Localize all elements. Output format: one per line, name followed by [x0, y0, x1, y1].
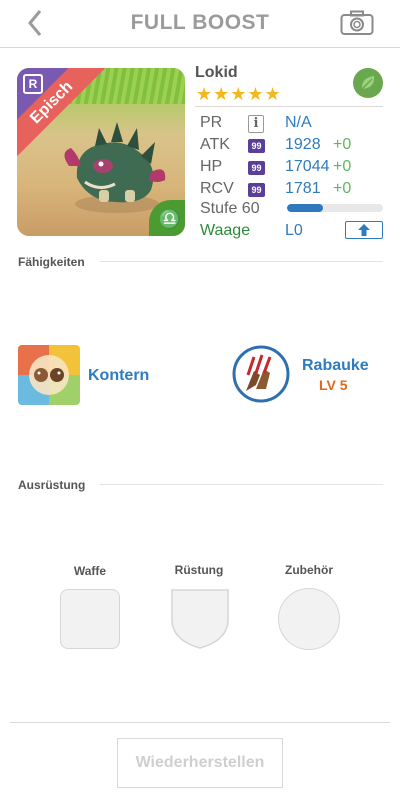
rcv-label: RCV	[200, 180, 234, 197]
monster-portrait[interactable]: Episch R ♎	[17, 68, 185, 236]
level-label: Stufe 60	[200, 200, 260, 217]
leaf-icon	[353, 68, 383, 98]
atk-bonus: +0	[333, 136, 352, 153]
hp-boost-badge: 99	[248, 161, 265, 175]
monster-name: Lokid	[195, 64, 238, 81]
skill-level: LV 5	[319, 377, 348, 393]
skill-name-rabauke[interactable]: Rabauke	[302, 357, 369, 375]
divider	[195, 106, 383, 107]
rcv-value: 1781	[285, 180, 321, 197]
rcv-boost-badge: 99	[248, 183, 265, 197]
top-bar: FULL BOOST	[0, 0, 400, 48]
divider	[100, 261, 383, 262]
restore-button[interactable]: Wiederherstellen	[117, 738, 283, 788]
accessory-slot[interactable]	[278, 588, 340, 650]
skill-name-kontern[interactable]: Kontern	[88, 367, 149, 385]
divider	[10, 722, 390, 723]
rarity-badge-icon: R	[23, 74, 43, 94]
zodiac-name: Waage	[200, 222, 251, 239]
weapon-label: Waffe	[73, 564, 107, 578]
hp-value: 17044	[285, 158, 330, 175]
atk-boost-badge: 99	[248, 139, 265, 153]
counter-skill-icon[interactable]	[18, 345, 80, 405]
atk-value: 1928	[285, 136, 321, 153]
pr-label: PR	[200, 114, 223, 131]
level-progress-bar	[287, 204, 383, 212]
hp-bonus: +0	[333, 158, 352, 175]
equipment-section-title: Ausrüstung	[18, 478, 86, 492]
upgrade-button[interactable]	[345, 221, 383, 239]
rcv-bonus: +0	[333, 180, 352, 197]
claw-skill-icon[interactable]	[232, 345, 290, 403]
atk-label: ATK	[200, 136, 230, 153]
limit-break-level: L0	[285, 222, 303, 239]
armor-label: Rüstung	[174, 563, 224, 577]
level-progress-fill	[287, 204, 323, 212]
accessory-label: Zubehör	[285, 563, 333, 577]
abilities-section-title: Fähigkeiten	[18, 255, 85, 269]
rarity-stars: ★★★★★	[196, 84, 282, 104]
monster-image	[64, 122, 166, 213]
camera-button[interactable]	[340, 10, 374, 36]
info-icon[interactable]: i	[248, 115, 264, 133]
weapon-slot[interactable]	[60, 589, 120, 649]
pr-value: N/A	[285, 114, 312, 131]
armor-slot[interactable]	[170, 588, 230, 650]
hp-label: HP	[200, 158, 223, 175]
divider	[100, 484, 383, 485]
arrow-up-icon	[358, 224, 370, 236]
camera-icon	[340, 10, 374, 35]
